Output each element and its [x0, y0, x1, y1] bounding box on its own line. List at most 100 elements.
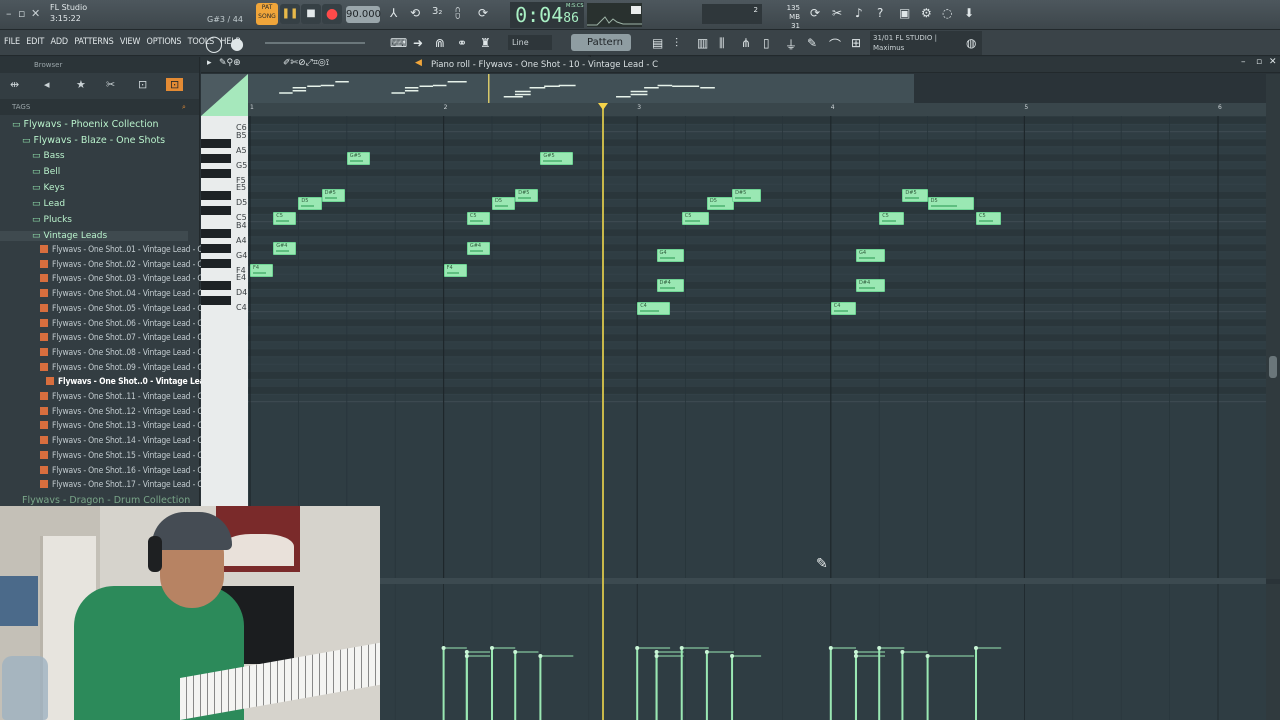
note[interactable]: G#4 [273, 241, 297, 255]
close-icon[interactable]: ✕ [31, 7, 40, 20]
tempo-field[interactable]: 90.000 [346, 6, 381, 23]
browser-file[interactable]: Flywavs - One Shot..06 - Vintage Lead - … [40, 318, 203, 329]
star-icon[interactable]: ★ [76, 78, 86, 91]
velocity-handle[interactable] [513, 650, 518, 654]
note[interactable]: D5 [492, 196, 516, 210]
browser-file[interactable]: Flywavs - One Shot..01 - Vintage Lead - … [40, 245, 203, 255]
piano-roll-icon[interactable]: ▥ [697, 36, 708, 50]
black-key[interactable] [201, 206, 231, 215]
search-icon[interactable]: ⌕ [182, 99, 186, 115]
plug-icon[interactable]: ✂ [106, 78, 115, 91]
note[interactable]: C5 [273, 211, 297, 225]
note[interactable]: C5 [976, 211, 1002, 225]
black-key[interactable] [201, 258, 231, 268]
snap-select[interactable]: Line [508, 35, 552, 50]
tool-paint-icon[interactable]: ✐✄⊘⤢⌗◎⟟ [283, 58, 329, 68]
touch-keyboard-icon[interactable]: ✎ [807, 36, 817, 50]
black-key[interactable] [201, 191, 231, 200]
plugin-picker-icon[interactable]: ⏚ [785, 36, 797, 53]
black-key[interactable] [201, 281, 231, 290]
browser-folder[interactable]: ▭ Lead [32, 199, 65, 209]
black-key[interactable] [201, 228, 231, 238]
collapse-icon[interactable]: ⇹ [10, 78, 19, 91]
velocity-handle[interactable] [828, 646, 833, 650]
note[interactable]: D#4 [656, 279, 684, 292]
browser-file[interactable]: Flywavs - One Shot..05 - Vintage Lead - … [40, 303, 203, 314]
velocity-editor[interactable] [380, 584, 1266, 720]
velocity-handle[interactable] [877, 646, 882, 650]
note-grid[interactable]: F4 G#4 C5 D5 D#5 G#5 F4 G#4 C5 D5 D#5 G#5 C4 D#4 G4 C5 D… [248, 116, 1266, 578]
menu-patterns[interactable]: PATTERNS [74, 37, 113, 47]
browser-folder[interactable]: ▭ Flywavs - Blaze - One Shots [22, 135, 165, 146]
arrow-left-icon[interactable]: ▸ [207, 58, 212, 68]
globe-icon[interactable]: ◍ [966, 36, 976, 50]
note[interactable]: G#4 [466, 241, 491, 255]
menu-view[interactable]: VIEW [120, 37, 140, 47]
countdown-icon[interactable]: 3₂ [432, 6, 442, 17]
note[interactable]: D#4 [855, 279, 885, 292]
note[interactable]: F4 [250, 264, 274, 277]
loop-record-icon[interactable]: ⟳ [478, 6, 488, 20]
browser-file[interactable]: Flywavs - One Shot..02 - Vintage Lead - … [40, 259, 203, 270]
velocity-handle[interactable] [654, 650, 659, 654]
folder-active-icon[interactable]: ⊡ [166, 78, 184, 91]
note[interactable]: C5 [466, 211, 491, 225]
browser-folder[interactable]: ▭ Keys [32, 183, 65, 193]
microphone-icon[interactable]: ♪ [855, 6, 863, 20]
browser-icon[interactable]: ▯ [763, 36, 770, 50]
browser-file[interactable]: Flywavs - One Shot..11 - Vintage Lead - … [40, 392, 203, 402]
vertical-scrollbar[interactable] [1266, 74, 1280, 579]
browser-folder[interactable]: ▭ Flywavs - Phoenix Collection [12, 119, 159, 130]
velocity-handle[interactable] [853, 654, 858, 658]
keyboard-icon[interactable]: ⌨ [390, 36, 407, 50]
browser-folder[interactable]: Flywavs - Dragon - Drum Collection [22, 495, 190, 506]
browser-file[interactable]: Flywavs - One Shot..13 - Vintage Lead - … [40, 421, 203, 431]
black-key[interactable] [201, 243, 231, 253]
browser-folder[interactable]: ▭ Bass [32, 151, 65, 161]
menu-options[interactable]: OPTIONS [147, 37, 182, 47]
step-edit-icon[interactable]: ⩉ [455, 6, 460, 21]
velocity-handle[interactable] [464, 654, 469, 658]
note[interactable]: G4 [855, 249, 885, 262]
black-key[interactable] [201, 296, 231, 305]
note[interactable]: G#5 [346, 151, 371, 165]
note[interactable]: C4 [830, 301, 856, 315]
stop-icon[interactable]: ■ [301, 4, 321, 24]
channel-icon[interactable]: ⋔ [741, 36, 751, 50]
speaker-icon[interactable]: ◂ [44, 78, 50, 91]
note[interactable]: D5 [298, 196, 322, 210]
tool-draw-icon[interactable]: ✎⚲⊕ [219, 58, 241, 68]
black-key[interactable] [201, 153, 231, 163]
velocity-handle[interactable] [925, 654, 930, 658]
velocity-handle[interactable] [900, 650, 905, 654]
plugin-icon[interactable]: ⚙ [921, 6, 932, 20]
scroll-thumb[interactable] [1269, 356, 1277, 378]
download-icon[interactable]: ⬇ [964, 6, 974, 20]
maximize-icon[interactable]: ▫ [1256, 57, 1262, 67]
note[interactable]: D5 [927, 196, 975, 210]
channel-rack-icon[interactable]: ⫶ [675, 36, 678, 51]
menu-edit[interactable]: EDIT [26, 37, 44, 47]
note[interactable]: D#5 [902, 189, 928, 202]
velocity-handle[interactable] [654, 654, 659, 658]
timeline-ruler[interactable]: 1 2 3 4 5 6 [248, 103, 1266, 116]
shop-icon[interactable]: ⊞ [851, 36, 861, 50]
browser-folder[interactable]: ▭ Vintage Leads [0, 231, 188, 241]
metronome-icon[interactable]: ⅄ [390, 6, 397, 20]
browser-file[interactable]: Flywavs - One Shot..16 - Vintage Lead - … [40, 465, 203, 476]
minimize-icon[interactable]: – [6, 7, 12, 20]
note[interactable]: C5 [879, 211, 905, 225]
broom-icon[interactable]: ⌒ [829, 36, 841, 53]
chat-icon[interactable]: ◌ [942, 6, 952, 20]
browser-file[interactable]: Flywavs - One Shot..07 - Vintage Lead - … [40, 333, 203, 343]
note[interactable]: C4 [637, 301, 671, 315]
browser-folder[interactable]: ▭ Bell [32, 167, 60, 177]
note[interactable]: F4 [443, 264, 467, 277]
velocity-handle[interactable] [635, 646, 640, 650]
browser-file[interactable]: Flywavs - One Shot..08 - Vintage Lead - … [40, 347, 203, 358]
velocity-handle[interactable] [490, 646, 494, 650]
browser-file[interactable]: Flywavs - One Shot..14 - Vintage Lead - … [40, 436, 203, 446]
record-icon[interactable]: ● [322, 4, 342, 24]
velocity-handle[interactable] [730, 654, 735, 658]
save-icon[interactable]: ▣ [899, 6, 910, 20]
